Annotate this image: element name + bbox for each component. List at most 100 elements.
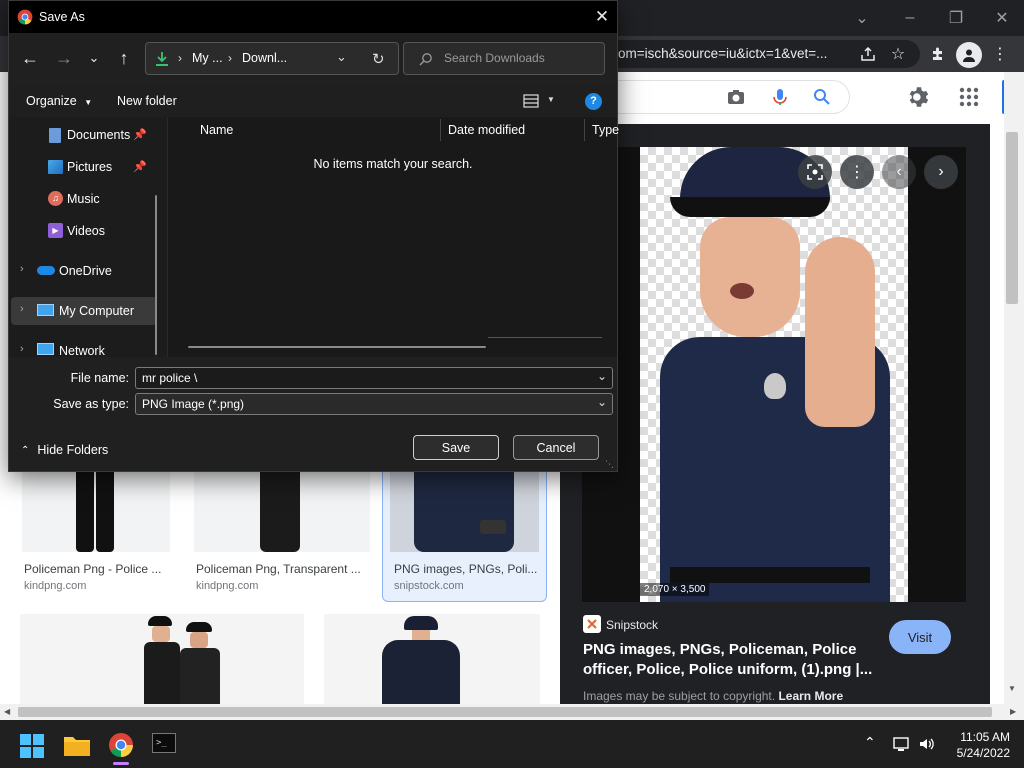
page-vertical-scrollbar[interactable]: ▼ <box>1004 72 1024 704</box>
nav-item-videos[interactable]: ▶ Videos <box>9 217 159 245</box>
breadcrumb-item[interactable]: Downl... <box>242 51 287 65</box>
browser-menu-icon[interactable]: ⋮ <box>990 42 1010 66</box>
resize-grip-icon[interactable]: ⋱ <box>605 459 614 470</box>
column-header-name[interactable]: Name <box>200 117 233 143</box>
preview-title-line2[interactable]: officer, Police, Police uniform, (1).png… <box>583 660 873 680</box>
hide-folders-toggle[interactable]: ⌃ Hide Folders <box>21 443 108 457</box>
preview-source-name[interactable]: Snipstock <box>606 618 658 632</box>
copyright-notice: Images may be subject to copyright. Lear… <box>583 689 843 703</box>
view-options-icon[interactable] <box>523 94 539 108</box>
search-downloads-input[interactable]: Search Downloads <box>403 42 605 75</box>
nav-item-my-computer[interactable]: › My Computer <box>11 297 157 325</box>
result-title[interactable]: Policeman Png - Police ... <box>24 562 170 576</box>
result-title[interactable]: PNG images, PNGs, Poli... <box>394 562 540 576</box>
voice-search-icon[interactable] <box>770 87 790 107</box>
pin-icon[interactable]: 📌 <box>133 160 147 173</box>
previous-image-icon[interactable]: ‹ <box>882 155 916 189</box>
visit-button[interactable]: Visit <box>889 620 951 654</box>
nav-item-label: Network <box>59 344 105 358</box>
google-apps-grid-icon[interactable] <box>958 86 980 108</box>
nav-item-onedrive[interactable]: › OneDrive <box>9 257 159 285</box>
empty-results-message: No items match your search. <box>313 157 473 171</box>
nav-item-music[interactable]: ♫ Music <box>9 185 159 213</box>
file-name-dropdown-icon[interactable]: ⌄ <box>597 369 607 383</box>
organize-dropdown-icon[interactable]: ▼ <box>84 98 92 107</box>
address-breadcrumb[interactable]: › My ... › Downl... ⌄ ↻ <box>145 42 399 75</box>
profile-avatar-icon[interactable] <box>956 42 982 68</box>
clock[interactable]: 11:05 AM 5/24/2022 <box>944 729 1010 761</box>
page-scroll-thumb[interactable] <box>1006 132 1018 304</box>
result-thumbnail[interactable] <box>194 472 370 552</box>
result-title[interactable]: Policeman Png, Transparent ... <box>196 562 368 576</box>
expand-chevron-icon[interactable]: › <box>20 263 24 275</box>
organize-label[interactable]: Organize <box>26 94 77 108</box>
nav-pane-scrollbar[interactable] <box>155 195 157 355</box>
save-type-select[interactable]: PNG Image (*.png) <box>135 393 613 415</box>
tab-search-chevron-icon[interactable]: ⌄ <box>850 6 874 30</box>
dialog-title: Save As <box>39 10 85 24</box>
file-name-input[interactable]: mr police \ <box>135 367 613 389</box>
expand-chevron-icon[interactable]: › <box>20 303 24 315</box>
forward-arrow-icon[interactable]: → <box>53 47 75 69</box>
search-icon[interactable] <box>812 87 832 107</box>
column-divider[interactable] <box>584 119 585 141</box>
nav-item-documents[interactable]: Documents 📌 <box>9 121 159 149</box>
up-folder-arrow-icon[interactable]: ↑ <box>113 47 135 69</box>
windows-start-icon[interactable] <box>20 734 44 758</box>
next-image-icon[interactable]: › <box>924 155 958 189</box>
column-header-date-modified[interactable]: Date modified <box>448 117 525 143</box>
new-folder-button[interactable]: New folder <box>117 94 177 108</box>
scroll-down-arrow-icon[interactable]: ▼ <box>1008 684 1016 693</box>
dialog-close-icon[interactable]: ✕ <box>591 6 613 28</box>
file-list-horizontal-scrollbar[interactable] <box>188 346 486 348</box>
minimize-icon[interactable]: – <box>898 6 922 30</box>
show-hidden-icons-icon[interactable]: ⌃ <box>864 734 876 751</box>
preview-title[interactable]: PNG images, PNGs, Policeman, Police offi… <box>583 640 873 680</box>
save-type-dropdown-icon[interactable]: ⌄ <box>597 395 607 409</box>
preview-image-frame[interactable]: 2,070 × 3,500 <box>582 147 966 602</box>
nav-item-pictures[interactable]: Pictures 📌 <box>9 153 159 181</box>
camera-search-icon[interactable] <box>726 87 746 107</box>
settings-gear-icon[interactable] <box>906 84 932 110</box>
more-options-icon[interactable]: ⋮ <box>840 155 874 189</box>
result-thumbnail[interactable] <box>20 614 304 704</box>
organize-menu[interactable]: Organize ▼ <box>26 94 92 108</box>
network-status-icon[interactable] <box>892 736 910 752</box>
address-dropdown-chevron-icon[interactable]: ⌄ <box>336 49 347 65</box>
save-button[interactable]: Save <box>413 435 499 460</box>
learn-more-link[interactable]: Learn More <box>778 689 843 703</box>
pin-icon[interactable]: 📌 <box>133 128 147 141</box>
refresh-icon[interactable]: ↻ <box>372 50 385 68</box>
terminal-icon[interactable]: >_ <box>152 733 176 753</box>
image-dimensions: 2,070 × 3,500 <box>640 583 710 596</box>
recent-locations-chevron-icon[interactable]: ⌄ <box>85 47 103 69</box>
expand-chevron-icon[interactable]: › <box>20 343 24 355</box>
share-icon[interactable] <box>856 42 880 66</box>
result-thumbnail[interactable] <box>390 472 539 552</box>
save-as-dialog: Save As ✕ ← → ⌄ ↑ › My ... › Downl... ⌄ … <box>8 0 619 472</box>
file-explorer-icon[interactable] <box>64 734 90 756</box>
restore-icon[interactable]: ❐ <box>944 6 968 30</box>
help-icon[interactable]: ? <box>585 93 602 110</box>
browser-close-icon[interactable]: ✕ <box>990 6 1014 30</box>
volume-icon[interactable] <box>918 736 936 752</box>
bookmark-star-icon[interactable]: ☆ <box>886 42 910 66</box>
page-horizontal-scrollbar[interactable]: ◀ ▶ <box>0 704 1024 720</box>
scroll-right-arrow-icon[interactable]: ▶ <box>1010 707 1016 716</box>
column-header-type[interactable]: Type <box>592 117 619 143</box>
chrome-taskbar-icon[interactable] <box>108 732 134 758</box>
snipstock-favicon-icon <box>583 615 601 633</box>
back-arrow-icon[interactable]: ← <box>19 47 41 69</box>
extensions-icon[interactable] <box>926 42 950 66</box>
scroll-left-arrow-icon[interactable]: ◀ <box>4 707 10 716</box>
preview-title-line1[interactable]: PNG images, PNGs, Policeman, Police <box>583 640 873 660</box>
column-divider[interactable] <box>440 119 441 141</box>
result-thumbnail[interactable] <box>22 472 170 552</box>
dialog-title-bar[interactable]: Save As ✕ <box>9 1 617 33</box>
horizontal-scroll-thumb[interactable] <box>18 707 992 717</box>
lens-search-icon[interactable] <box>798 155 832 189</box>
result-thumbnail[interactable] <box>324 614 540 704</box>
view-dropdown-icon[interactable]: ▼ <box>547 95 555 104</box>
breadcrumb-item[interactable]: My ... <box>192 51 223 65</box>
cancel-button[interactable]: Cancel <box>513 435 599 460</box>
